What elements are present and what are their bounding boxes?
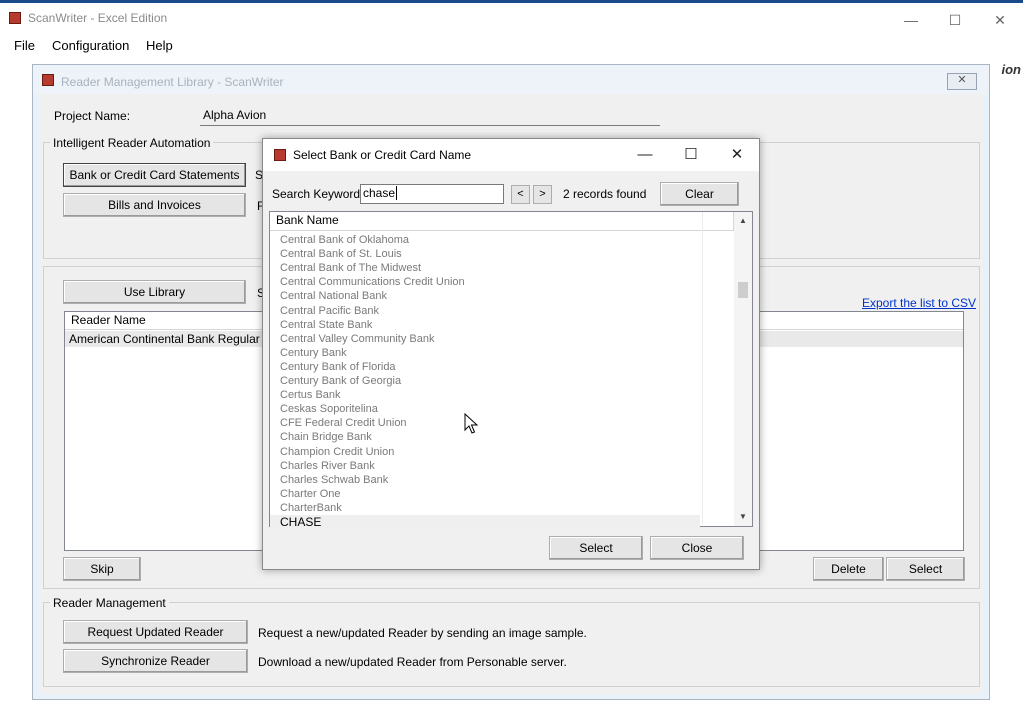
dialog-close-button[interactable]: ✕	[722, 145, 752, 165]
dialog-maximize-button[interactable]: ☐	[676, 145, 706, 165]
mouse-pointer-icon	[464, 413, 478, 434]
app-title: ScanWriter - Excel Edition	[28, 11, 168, 25]
reader-management-group	[43, 602, 980, 687]
bank-rows: Central Bank of Oklahoma Central Bank of …	[270, 233, 734, 530]
bank-list-row[interactable]: Certus Bank	[270, 388, 700, 402]
bank-list-row[interactable]: Central State Bank	[270, 318, 700, 332]
close-button[interactable]: ✕	[978, 7, 1022, 33]
search-keyword-label: Search Keyword	[272, 187, 361, 201]
library-select-button[interactable]: Select	[886, 557, 965, 581]
bills-invoices-button[interactable]: Bills and Invoices	[63, 193, 246, 217]
bank-list-row[interactable]: Central Valley Community Bank	[270, 332, 700, 346]
search-keyword-value: chase	[363, 186, 396, 200]
scroll-down-icon[interactable]: ▼	[734, 508, 752, 525]
bank-list-row[interactable]: Central Pacific Bank	[270, 304, 700, 318]
reader-management-title: Reader Management	[50, 596, 169, 610]
next-match-button[interactable]: >	[533, 185, 552, 204]
bank-list-row[interactable]: CHASE	[270, 515, 700, 530]
bank-list-row[interactable]: Central Bank of Oklahoma	[270, 233, 700, 247]
menu-configuration[interactable]: Configuration	[52, 38, 129, 53]
bank-list-row[interactable]: CFE Federal Credit Union	[270, 416, 700, 430]
scrollbar-thumb[interactable]	[738, 282, 748, 298]
background-window-fragment: ion	[1001, 62, 1022, 77]
dialog-select-button[interactable]: Select	[549, 536, 643, 560]
bank-list-row[interactable]: Central Communications Credit Union	[270, 275, 700, 289]
bank-list-row[interactable]: Century Bank of Georgia	[270, 374, 700, 388]
request-description: Request a new/updated Reader by sending …	[258, 626, 587, 640]
bank-list-row[interactable]: Charter One	[270, 487, 700, 501]
export-csv-link[interactable]: Export the list to CSV	[862, 296, 976, 310]
records-found-text: 2 records found	[563, 187, 647, 201]
skip-button[interactable]: Skip	[63, 557, 141, 581]
bank-list[interactable]: Bank Name Central Bank of Oklahoma Centra…	[269, 211, 753, 530]
dialog-close-action-button[interactable]: Close	[650, 536, 744, 560]
library-close-button[interactable]: ✕	[947, 73, 977, 90]
bank-statements-button[interactable]: Bank or Credit Card Statements	[63, 163, 246, 187]
bank-list-row[interactable]: Central National Bank	[270, 289, 700, 303]
bank-list-row[interactable]: Central Bank of St. Louis	[270, 247, 700, 261]
menu-bar: File Configuration Help	[0, 33, 1023, 57]
previous-match-button[interactable]: <	[511, 185, 530, 204]
select-bank-dialog: Select Bank or Credit Card Name — ☐ ✕ Se…	[262, 138, 760, 570]
project-name-field[interactable]: Alpha Avion	[200, 106, 660, 126]
automation-group-title: Intelligent Reader Automation	[50, 136, 214, 150]
text-cursor	[396, 186, 398, 200]
dialog-title-bar: Select Bank or Credit Card Name — ☐ ✕	[263, 139, 759, 171]
bank-list-row[interactable]: Chain Bridge Bank	[270, 430, 700, 444]
clear-button[interactable]: Clear	[660, 182, 739, 206]
bank-list-row[interactable]: Century Bank	[270, 346, 700, 360]
minimize-button[interactable]: —	[889, 7, 933, 33]
bank-name-column-header[interactable]: Bank Name	[270, 212, 734, 231]
library-icon	[42, 74, 54, 86]
bank-list-row[interactable]: Champion Credit Union	[270, 445, 700, 459]
library-title: Reader Management Library - ScanWriter	[61, 75, 284, 89]
search-keyword-input[interactable]: chase	[360, 184, 504, 204]
dialog-title: Select Bank or Credit Card Name	[293, 148, 472, 162]
menu-file[interactable]: File	[14, 38, 35, 53]
maximize-button[interactable]: ☐	[933, 7, 977, 33]
bank-list-row[interactable]: CharterBank	[270, 501, 700, 515]
request-updated-reader-button[interactable]: Request Updated Reader	[63, 620, 248, 644]
bank-list-row[interactable]: Charles River Bank	[270, 459, 700, 473]
synchronize-reader-button[interactable]: Synchronize Reader	[63, 649, 248, 673]
dialog-minimize-button[interactable]: —	[630, 145, 660, 165]
scroll-up-icon[interactable]: ▲	[734, 212, 752, 229]
bank-list-row[interactable]: Charles Schwab Bank	[270, 473, 700, 487]
main-title-bar: ScanWriter - Excel Edition — ☐ ✕	[0, 3, 1023, 33]
app-icon	[9, 12, 21, 24]
bank-list-scrollbar[interactable]: ▲ ▼	[734, 212, 752, 526]
bank-list-row[interactable]: Central Bank of The Midwest	[270, 261, 700, 275]
bank-list-row[interactable]: Ceskas Soporitelina	[270, 402, 700, 416]
sync-description: Download a new/updated Reader from Perso…	[258, 655, 567, 669]
use-library-button[interactable]: Use Library	[63, 280, 246, 304]
project-name-label: Project Name:	[54, 109, 131, 123]
dialog-icon	[274, 149, 286, 161]
bank-list-row[interactable]: Century Bank of Florida	[270, 360, 700, 374]
library-title-bar: Reader Management Library - ScanWriter ✕	[33, 65, 989, 95]
delete-button[interactable]: Delete	[813, 557, 884, 581]
menu-help[interactable]: Help	[146, 38, 173, 53]
